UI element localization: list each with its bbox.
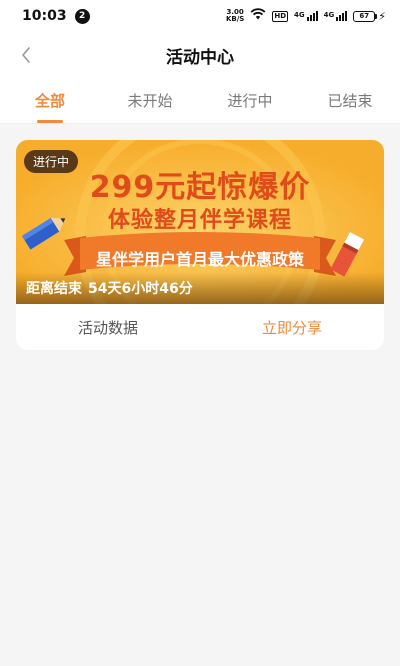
status-time: 10:03 (22, 8, 67, 24)
charging-bolt-icon: ⚡ (378, 9, 386, 23)
activity-data-button[interactable]: 活动数据 (16, 317, 200, 338)
countdown-label: 距离结束 (26, 281, 82, 297)
wifi-icon (250, 8, 266, 24)
tab-all[interactable]: 全部 (0, 78, 100, 123)
activity-banner[interactable]: 进行中 299元起惊爆价 体验整月伴学课程 星伴学用户首月最大优惠政策 距离结束… (16, 140, 384, 304)
network-speed-unit: KB/S (225, 15, 245, 23)
active-tab-indicator (37, 120, 63, 123)
status-left: 10:03 2 (22, 8, 90, 24)
status-bar: 10:03 2 3.00 KB/S HD 4G 4G 67 ⚡ (0, 0, 400, 32)
battery-level: 67 (353, 10, 376, 22)
banner-subheadline: 体验整月伴学课程 (107, 208, 292, 233)
tab-label: 全部 (34, 92, 65, 110)
page-title: 活动中心 (166, 47, 234, 68)
hd-voice-indicator: HD (272, 10, 289, 22)
tab-label: 未开始 (127, 92, 173, 110)
signal-1-label: 4G (294, 11, 305, 19)
tab-label: 进行中 (227, 92, 273, 110)
chevron-left-icon (22, 47, 30, 63)
back-button[interactable] (12, 41, 40, 69)
notification-count-badge: 2 (74, 8, 90, 24)
activity-card: 进行中 299元起惊爆价 体验整月伴学课程 星伴学用户首月最大优惠政策 距离结束… (16, 140, 384, 350)
tab-in-progress[interactable]: 进行中 (200, 78, 300, 123)
banner-ribbon-text: 星伴学用户首月最大优惠政策 (95, 250, 304, 269)
status-right: 3.00 KB/S HD 4G 4G 67 ⚡ (226, 8, 386, 24)
navigation-bar: 活动中心 (0, 32, 400, 78)
tab-bar: 全部 未开始 进行中 已结束 (0, 78, 400, 124)
network-speed: 3.00 KB/S (226, 9, 244, 23)
battery-icon: 67 ⚡ (353, 10, 386, 23)
signal-2-label: 4G (323, 11, 335, 19)
card-actions: 活动数据 立即分享 (16, 304, 384, 350)
tab-label: 已结束 (327, 92, 373, 110)
countdown: 距离结束 54天6小时46分 (16, 272, 384, 304)
countdown-value: 54天6小时46分 (88, 281, 193, 297)
share-now-button[interactable]: 立即分享 (200, 317, 384, 338)
cell-signal-2-icon: 4G (324, 11, 348, 21)
tab-ended[interactable]: 已结束 (300, 78, 400, 123)
banner-headline: 299元起惊爆价 (89, 170, 311, 205)
tab-not-started[interactable]: 未开始 (100, 78, 200, 123)
cell-signal-1-icon: 4G (294, 11, 318, 21)
